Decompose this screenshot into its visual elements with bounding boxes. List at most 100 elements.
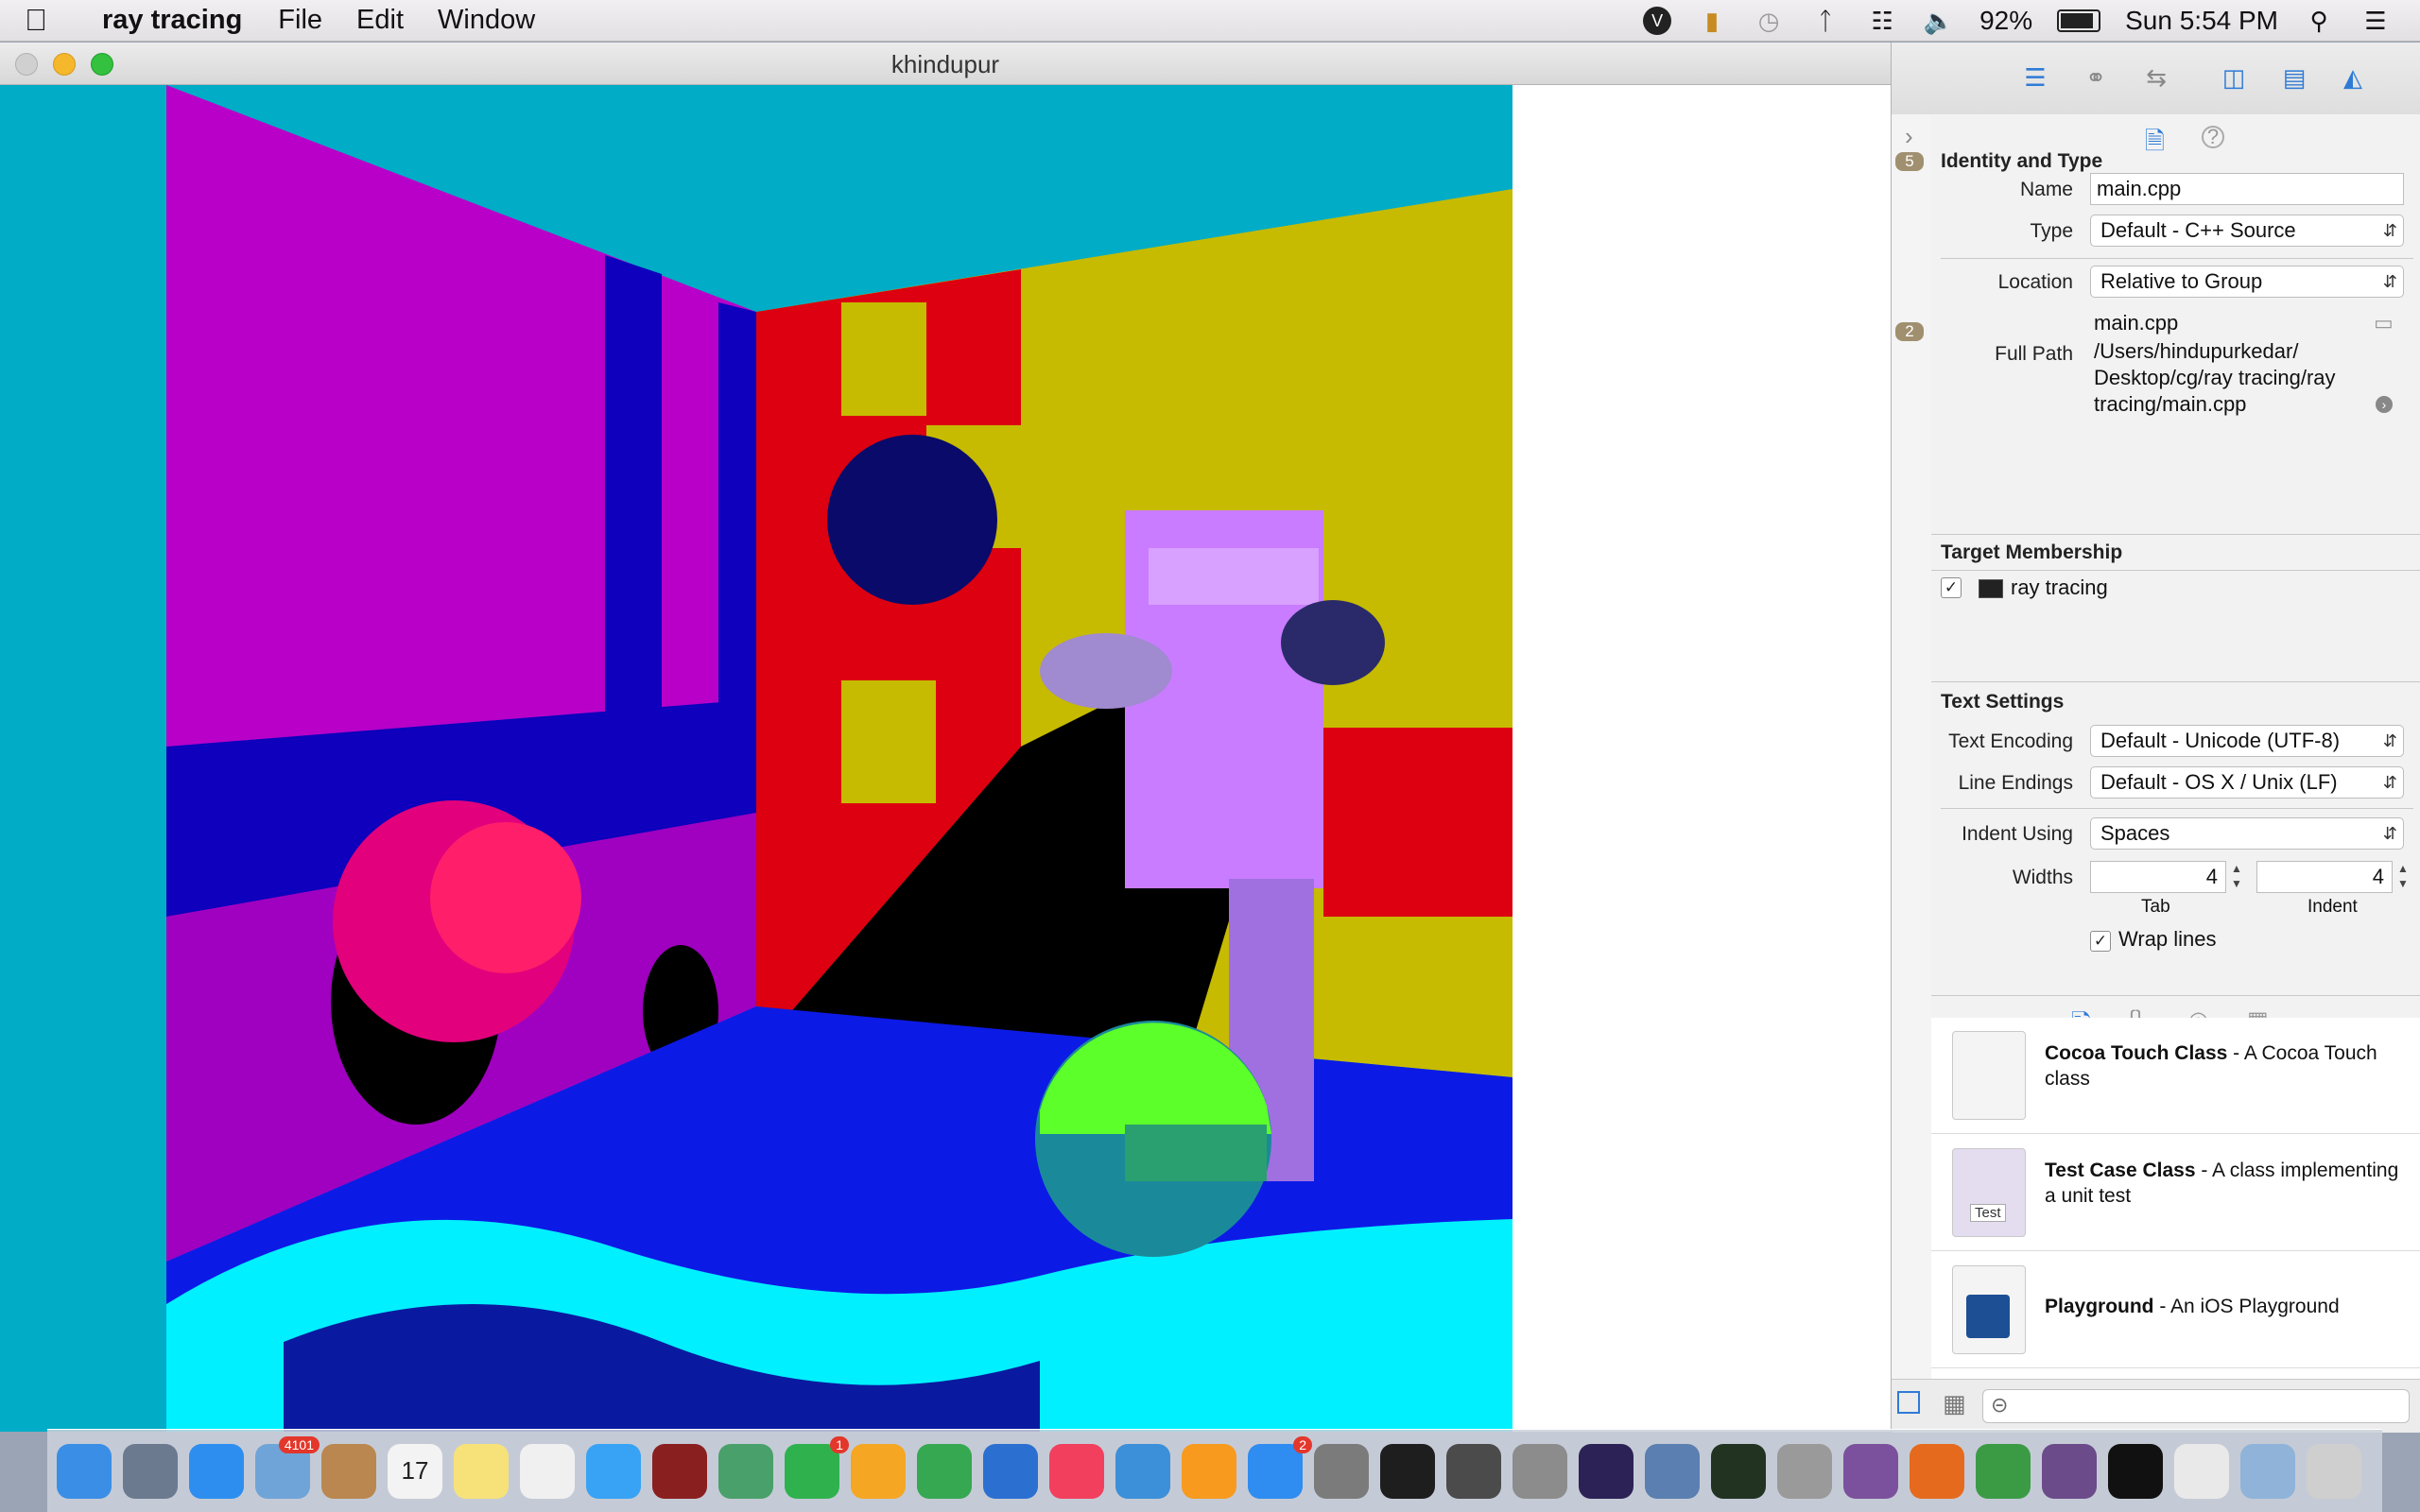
- assistant-editor-icon[interactable]: ⚭: [2077, 61, 2115, 94]
- image-capture-icon[interactable]: [1777, 1443, 1832, 1499]
- trash-icon[interactable]: [2307, 1443, 2361, 1499]
- app-store-icon[interactable]: 2: [1248, 1435, 1312, 1499]
- viber-icon[interactable]: [1843, 1443, 1898, 1499]
- apple-menu-icon[interactable]: : [25, 3, 81, 38]
- debug-area-toggle-icon[interactable]: ▤: [2275, 61, 2313, 94]
- file-inspector-tab-icon[interactable]: 🗎: [2145, 124, 2165, 165]
- library-item-test-case-class[interactable]: Test Test Case Class - A class implement…: [1931, 1135, 2420, 1251]
- preview-icon[interactable]: [1645, 1443, 1700, 1499]
- mail-icon[interactable]: 4101: [255, 1435, 320, 1499]
- library-item-cocoa-touch-class[interactable]: Cocoa Touch Class - A Cocoa Touch class: [1931, 1018, 2420, 1134]
- tab-width-stepper[interactable]: ▲ ▼: [2230, 861, 2243, 893]
- pages-icon[interactable]: [851, 1443, 906, 1499]
- tab-caption: Tab: [2141, 897, 2170, 917]
- viber-icon[interactable]: V: [1643, 7, 1672, 35]
- standard-editor-icon[interactable]: ☰: [2016, 61, 2054, 94]
- utilities-toggle-icon[interactable]: ◭: [2334, 61, 2372, 94]
- name-field[interactable]: main.cpp: [2090, 173, 2404, 205]
- target-membership-header: Target Membership: [1941, 541, 2123, 563]
- version-editor-icon[interactable]: ⇆: [2137, 61, 2175, 94]
- xcode-toolbar: ☰ ⚭ ⇆ ◫ ▤ ◭: [1892, 43, 2420, 115]
- dock: 4101 17 1 2: [47, 1429, 2382, 1512]
- wifi-icon[interactable]: ☷: [1866, 5, 1898, 37]
- battery-icon[interactable]: [2057, 9, 2101, 32]
- numbers-icon[interactable]: [917, 1443, 972, 1499]
- volume-icon[interactable]: 🔈: [1923, 5, 1955, 37]
- line-endings-popup[interactable]: Default - OS X / Unix (LF) ⇵: [2090, 766, 2404, 799]
- library-item-desc: - An iOS Playground: [2153, 1296, 2340, 1317]
- wrap-lines-checkbox[interactable]: ✓: [2090, 931, 2111, 952]
- encoding-value: Default - Unicode (UTF-8): [2100, 729, 2341, 752]
- filter-icon: ⊝: [1991, 1393, 2009, 1417]
- messages-icon[interactable]: [586, 1443, 641, 1499]
- chevron-right-icon[interactable]: ›: [1905, 122, 1913, 151]
- ibooks-icon[interactable]: [1182, 1443, 1236, 1499]
- photo-booth-icon[interactable]: [652, 1443, 707, 1499]
- menu-bar:  ray tracing File Edit Window V ▮ ◷ ᛏ ☷…: [0, 0, 2420, 42]
- folder-icon[interactable]: [2240, 1443, 2295, 1499]
- shield-icon[interactable]: ▮: [1696, 5, 1728, 37]
- menu-file[interactable]: File: [278, 5, 322, 36]
- dock-icon-label: 17: [401, 1456, 429, 1485]
- library-item-title: Cocoa Touch Class: [2045, 1042, 2228, 1064]
- keynote-icon[interactable]: [983, 1443, 1038, 1499]
- indent-width-stepper[interactable]: ▲ ▼: [2396, 861, 2410, 893]
- dock-badge: 1: [830, 1435, 849, 1453]
- menu-window[interactable]: Window: [438, 5, 535, 36]
- wrap-lines-label: Wrap lines: [2118, 927, 2217, 951]
- firefox-icon[interactable]: [1910, 1443, 1964, 1499]
- facetime-icon[interactable]: 1: [785, 1435, 849, 1499]
- utilities-icon[interactable]: [1512, 1443, 1567, 1499]
- finder-icon[interactable]: [57, 1443, 112, 1499]
- reveal-in-finder-icon[interactable]: ›: [2376, 396, 2393, 413]
- battery-percent[interactable]: 92%: [1979, 6, 2032, 36]
- activity-monitor-icon[interactable]: [1711, 1443, 1766, 1499]
- text-encoding-label: Text Encoding: [1948, 730, 2073, 752]
- app-menu[interactable]: ray tracing: [102, 5, 242, 36]
- exec-icon[interactable]: [2108, 1443, 2163, 1499]
- library-filter-bar: ▦ ⊝: [1892, 1379, 2420, 1433]
- xcode-icon[interactable]: [1115, 1443, 1170, 1499]
- photos-icon[interactable]: [718, 1443, 773, 1499]
- ray-traced-scene: [0, 85, 1512, 1432]
- tab-width-field[interactable]: 4: [2090, 861, 2226, 893]
- notes-icon[interactable]: [454, 1443, 509, 1499]
- bluetooth-icon[interactable]: ᛏ: [1809, 5, 1841, 37]
- document-icon[interactable]: [2174, 1443, 2229, 1499]
- line-endings-label: Line Endings: [1958, 772, 2073, 794]
- navigator-toggle-icon[interactable]: ◫: [2215, 61, 2253, 94]
- time-machine-icon[interactable]: ◷: [1753, 5, 1785, 37]
- reminders-icon[interactable]: [520, 1443, 575, 1499]
- eclipse-icon[interactable]: [1579, 1443, 1634, 1499]
- chrome-icon[interactable]: [1976, 1443, 2031, 1499]
- popup-arrows-icon: ⇵: [2382, 221, 2397, 240]
- render-window: khindupur: [0, 43, 1891, 1432]
- system-preferences-icon[interactable]: [1314, 1443, 1369, 1499]
- spotlight-icon[interactable]: ⚲: [2303, 5, 2335, 37]
- safari-icon[interactable]: [189, 1443, 244, 1499]
- library-item-playground[interactable]: Playground - An iOS Playground: [1931, 1252, 2420, 1368]
- target-checkbox[interactable]: ✓: [1941, 577, 1962, 598]
- sidebar-toggle-icon[interactable]: [1897, 1391, 1920, 1414]
- clock[interactable]: Sun 5:54 PM: [2125, 6, 2278, 36]
- grid-view-icon[interactable]: ▦: [1943, 1389, 1966, 1418]
- menu-edit[interactable]: Edit: [356, 5, 404, 36]
- indent-width-field[interactable]: 4: [2256, 861, 2393, 893]
- type-label: Type: [2030, 220, 2073, 242]
- folder-icon[interactable]: ▭: [2374, 311, 2394, 335]
- notification-center-icon[interactable]: ☰: [2360, 5, 2392, 37]
- text-encoding-popup[interactable]: Default - Unicode (UTF-8) ⇵: [2090, 725, 2404, 757]
- calendar-icon[interactable]: 17: [388, 1443, 442, 1499]
- full-path-line-2: Desktop/cg/ray tracing/ray: [2094, 366, 2336, 389]
- sublime-icon[interactable]: [1446, 1443, 1501, 1499]
- library-filter-field[interactable]: ⊝: [1982, 1389, 2410, 1423]
- terminal-icon[interactable]: [1380, 1443, 1435, 1499]
- contacts-icon[interactable]: [321, 1443, 376, 1499]
- indent-using-popup[interactable]: Spaces ⇵: [2090, 817, 2404, 850]
- itunes-icon[interactable]: [1049, 1443, 1104, 1499]
- github-icon[interactable]: [2042, 1443, 2097, 1499]
- type-popup[interactable]: Default - C++ Source ⇵: [2090, 215, 2404, 247]
- launchpad-icon[interactable]: [123, 1443, 178, 1499]
- quick-help-tab-icon[interactable]: ?: [2202, 126, 2224, 148]
- location-popup[interactable]: Relative to Group ⇵: [2090, 266, 2404, 298]
